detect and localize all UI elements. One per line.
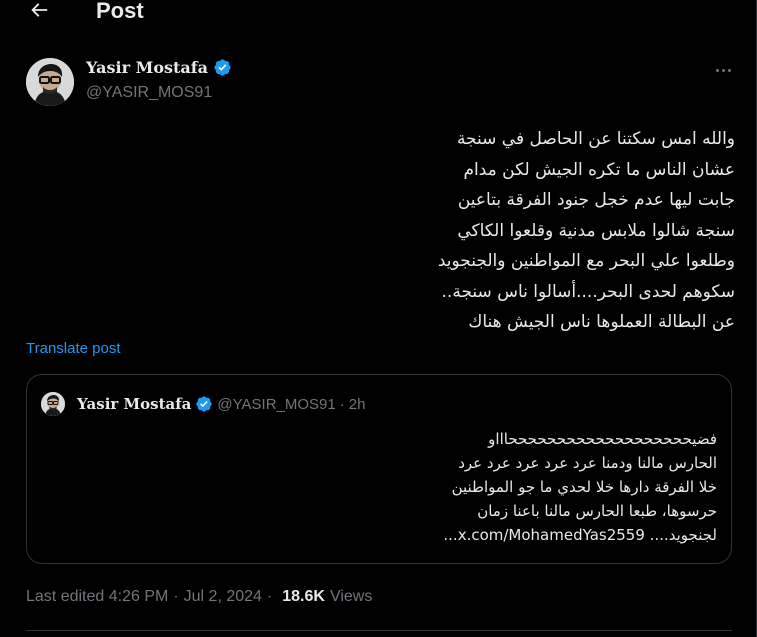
arrow-left-icon	[31, 3, 48, 17]
quote-line: فضيحححححححححححححححححححاااو	[488, 430, 717, 448]
tweet-line: عن البطالة العملوها ناس الجيش هناك	[468, 312, 735, 332]
quote-avatar	[41, 392, 65, 416]
page-header: Post	[0, 0, 756, 28]
tweet-line: جابت ليها عدم خجل جنود الفرقة بتاعين	[457, 190, 735, 210]
tweet-text: والله امس سكتنا عن الحاصل في سنجة عشان ا…	[175, 124, 735, 338]
tweet-line: عشان الناس ما تكره الجيش لكن مدام	[463, 159, 735, 180]
page-title: Post	[96, 0, 144, 23]
post-meta: Last edited 4:26 PM · Jul 2, 2024 · 18.6…	[26, 588, 372, 606]
edited-time[interactable]: Last edited 4:26 PM	[26, 588, 168, 606]
post-date[interactable]: Jul 2, 2024	[184, 588, 262, 606]
quote-line: لجنجويد.... x.com/MohamedYas2559...	[443, 526, 717, 544]
quote-separator: ·	[339, 395, 345, 413]
translate-post-link[interactable]: Translate post	[26, 340, 121, 357]
tweet-line: سكوهم لحدى البحر....أسالوا ناس سنجة..	[441, 281, 735, 302]
views-count: 18.6K	[282, 588, 325, 605]
avatar[interactable]	[26, 58, 74, 106]
tweet-line: وطلعوا علي البحر مع المواطنين والجنجويد	[437, 251, 735, 271]
more-options-button[interactable]	[710, 62, 736, 78]
verified-badge-icon	[214, 59, 231, 76]
quote-author-row: Yasir Mostafa @YASIR_MOS91 · 2h	[77, 395, 365, 413]
quote-line: خلا الفرقة دارها خلا لحدي ما جو المواطني…	[451, 478, 717, 496]
quoted-post-card[interactable]: Yasir Mostafa @YASIR_MOS91 · 2h فضيححححح…	[26, 374, 732, 564]
quote-text: فضيحححححححححححححححححححاااو الحارس مالنا …	[157, 427, 717, 547]
quote-author-name: Yasir Mostafa	[77, 395, 192, 413]
quote-author-handle: @YASIR_MOS91	[217, 395, 336, 413]
quote-line: حرسوها، طبعا الحارس مالنا باعنا زمان	[477, 502, 717, 520]
tweet-line: سنجة شالوا ملابس مدنية وقلعوا الكاكي	[457, 220, 735, 241]
author-handle[interactable]: @YASIR_MOS91	[86, 84, 212, 102]
more-horizontal-icon	[715, 68, 719, 72]
tweet-line: والله امس سكتنا عن الحاصل في سنجة	[456, 129, 735, 149]
views-label: Views	[329, 588, 373, 605]
author-name-text: Yasir Mostafa	[86, 58, 209, 77]
back-button[interactable]	[22, 0, 56, 24]
meta-separator: ·	[173, 588, 179, 605]
meta-separator: ·	[266, 588, 273, 605]
divider	[26, 630, 732, 631]
author-name[interactable]: Yasir Mostafa	[86, 58, 232, 77]
verified-badge-icon	[196, 396, 213, 412]
quote-timestamp: 2h	[348, 395, 366, 413]
quote-line: الحارس مالنا ودمنا عرد عرد عرد عرد عرد	[458, 454, 717, 472]
